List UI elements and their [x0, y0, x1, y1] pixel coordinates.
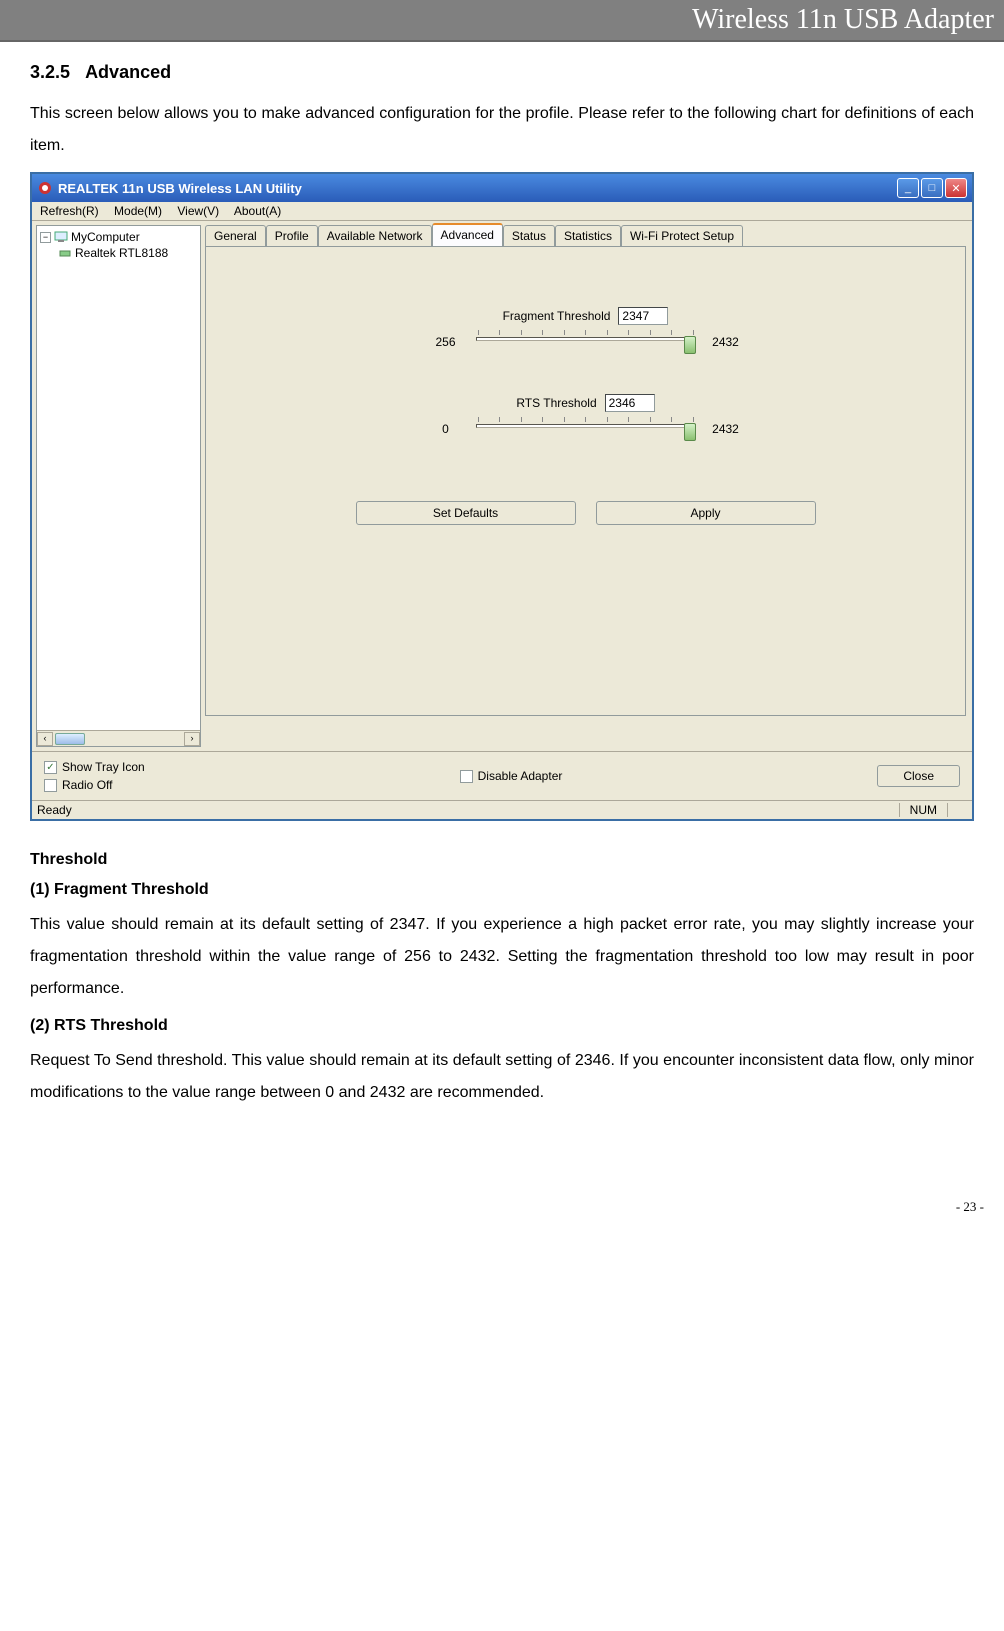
adapter-icon [58, 246, 72, 260]
fragment-min: 256 [426, 335, 466, 349]
collapse-icon[interactable]: − [40, 232, 51, 243]
rts-label: RTS Threshold [516, 396, 596, 410]
rts-thumb[interactable] [684, 423, 696, 441]
titlebar: REALTEK 11n USB Wireless LAN Utility _ □… [32, 174, 972, 202]
menu-view[interactable]: View(V) [177, 204, 219, 218]
status-num: NUM [899, 803, 947, 817]
tree-root-label: MyComputer [71, 230, 140, 244]
show-tray-checkbox[interactable]: ✓ Show Tray Icon [44, 760, 145, 774]
minimize-button[interactable]: _ [897, 178, 919, 198]
page-number: - 23 - [0, 1199, 1004, 1215]
rts-text: Request To Send threshold. This value sh… [30, 1045, 974, 1109]
device-tree[interactable]: − MyComputer Realtek RTL8188 ‹ › [36, 225, 201, 747]
radio-off-label: Radio Off [62, 778, 112, 792]
tab-wifi-protect[interactable]: Wi-Fi Protect Setup [621, 225, 743, 246]
statusbar: Ready NUM [32, 800, 972, 819]
doc-header: Wireless 11n USB Adapter [0, 0, 1004, 42]
rts-min: 0 [426, 422, 466, 436]
section-name: Advanced [85, 62, 171, 82]
tab-bar: General Profile Available Network Advanc… [205, 225, 966, 246]
tree-child[interactable]: Realtek RTL8188 [40, 245, 197, 261]
tree-root[interactable]: − MyComputer [40, 229, 197, 245]
computer-icon [54, 230, 68, 244]
status-ready: Ready [37, 803, 899, 817]
section-title: 3.2.5 Advanced [30, 62, 974, 83]
fragment-value[interactable]: 2347 [618, 307, 668, 325]
rts-slider[interactable] [476, 417, 696, 441]
tab-status[interactable]: Status [503, 225, 555, 246]
checkbox-checked-icon: ✓ [44, 761, 57, 774]
section-intro: This screen below allows you to make adv… [30, 98, 974, 162]
radio-off-checkbox[interactable]: Radio Off [44, 778, 145, 792]
close-button[interactable]: Close [877, 765, 960, 787]
fragment-max: 2432 [706, 335, 746, 349]
tab-available-network[interactable]: Available Network [318, 225, 432, 246]
tree-scrollbar[interactable]: ‹ › [37, 730, 200, 746]
rts-max: 2432 [706, 422, 746, 436]
close-window-button[interactable]: ✕ [945, 178, 967, 198]
rts-heading: (2) RTS Threshold [30, 1017, 974, 1035]
rts-value[interactable]: 2346 [605, 394, 655, 412]
show-tray-label: Show Tray Icon [62, 760, 145, 774]
menubar: Refresh(R) Mode(M) View(V) About(A) [32, 202, 972, 221]
tab-profile[interactable]: Profile [266, 225, 318, 246]
app-title: REALTEK 11n USB Wireless LAN Utility [58, 181, 897, 196]
set-defaults-button[interactable]: Set Defaults [356, 501, 576, 525]
menu-mode[interactable]: Mode(M) [114, 204, 162, 218]
fragment-label: Fragment Threshold [503, 309, 611, 323]
tab-advanced[interactable]: Advanced [432, 223, 503, 246]
apply-button[interactable]: Apply [596, 501, 816, 525]
scroll-right-icon[interactable]: › [184, 732, 200, 746]
tree-child-label: Realtek RTL8188 [75, 246, 168, 260]
section-number: 3.2.5 [30, 62, 70, 82]
scroll-thumb[interactable] [55, 733, 85, 745]
disable-adapter-label: Disable Adapter [478, 769, 563, 783]
tab-statistics[interactable]: Statistics [555, 225, 621, 246]
menu-refresh[interactable]: Refresh(R) [40, 204, 99, 218]
app-icon [37, 180, 53, 196]
fragment-heading: (1) Fragment Threshold [30, 881, 974, 899]
threshold-heading: Threshold [30, 851, 974, 869]
menu-about[interactable]: About(A) [234, 204, 281, 218]
fragment-thumb[interactable] [684, 336, 696, 354]
tab-content: Fragment Threshold 2347 256 2432 [205, 246, 966, 716]
checkbox-empty-icon [460, 770, 473, 783]
fragment-slider[interactable] [476, 330, 696, 354]
scroll-left-icon[interactable]: ‹ [37, 732, 53, 746]
tab-general[interactable]: General [205, 225, 266, 246]
rts-group: RTS Threshold 2346 0 2432 [376, 394, 796, 441]
footer-panel: ✓ Show Tray Icon Radio Off Disable Adapt… [32, 751, 972, 800]
app-screenshot: REALTEK 11n USB Wireless LAN Utility _ □… [30, 172, 974, 821]
maximize-button[interactable]: □ [921, 178, 943, 198]
checkbox-empty-icon [44, 779, 57, 792]
fragment-group: Fragment Threshold 2347 256 2432 [376, 307, 796, 354]
disable-adapter-checkbox[interactable]: Disable Adapter [145, 769, 878, 783]
fragment-text: This value should remain at its default … [30, 909, 974, 1005]
